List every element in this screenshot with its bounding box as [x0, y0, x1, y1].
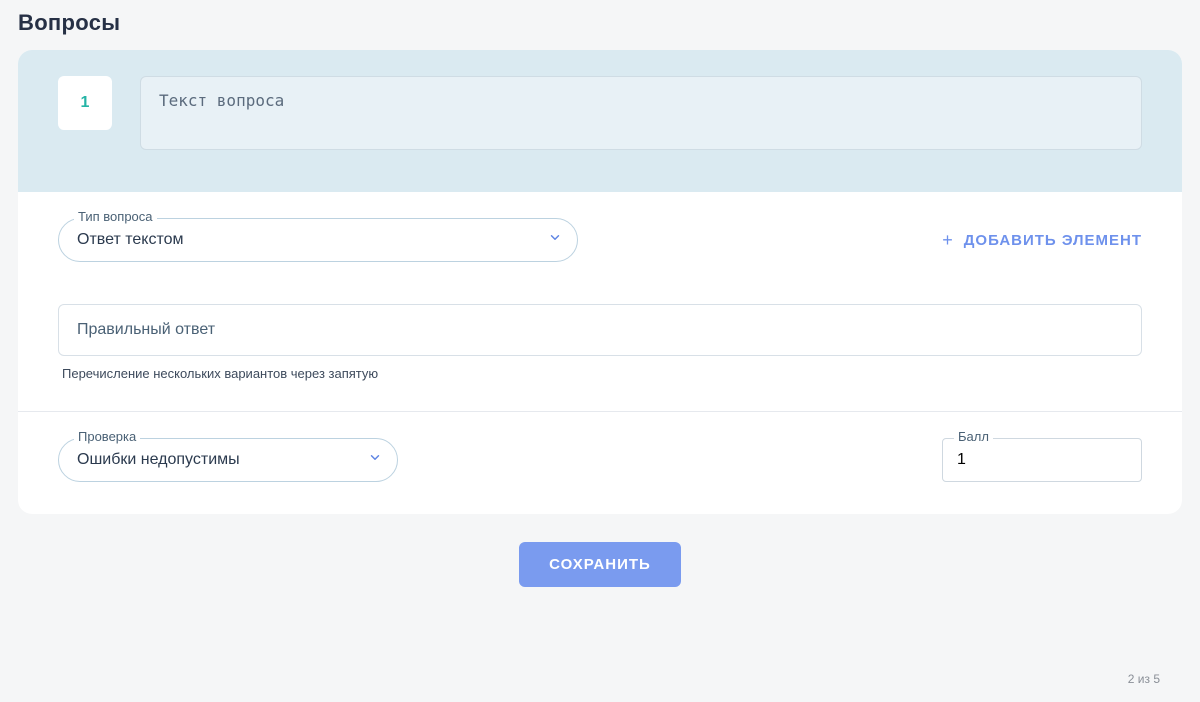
pager-text: 2 из 5: [1128, 672, 1160, 686]
save-row: СОХРАНИТЬ: [18, 514, 1182, 599]
score-label: Балл: [954, 429, 993, 444]
add-element-button[interactable]: + ДОБАВИТЬ ЭЛЕМЕНТ: [942, 230, 1142, 251]
plus-icon: +: [942, 230, 954, 251]
check-label: Проверка: [74, 429, 140, 444]
question-type-select[interactable]: Ответ текстом: [58, 218, 578, 262]
question-header: 1: [18, 50, 1182, 192]
add-element-label: ДОБАВИТЬ ЭЛЕМЕНТ: [964, 232, 1142, 249]
question-text-input[interactable]: [140, 76, 1142, 150]
page-title: Вопросы: [18, 10, 1182, 36]
save-button[interactable]: СОХРАНИТЬ: [519, 542, 681, 587]
question-number-badge: 1: [58, 76, 112, 130]
question-footer: Проверка Ошибки недопустимы Балл: [18, 412, 1182, 514]
question-card: 1 Тип вопроса Ответ текстом + ДОБАВИТЬ Э…: [18, 50, 1182, 514]
check-value: Ошибки недопустимы: [77, 451, 240, 469]
answer-helper-text: Перечисление нескольких вариантов через …: [58, 366, 1142, 381]
score-field-wrap: Балл: [942, 438, 1142, 482]
check-select[interactable]: Ошибки недопустимы: [58, 438, 398, 482]
type-and-add-row: Тип вопроса Ответ текстом + ДОБАВИТЬ ЭЛЕ…: [58, 218, 1142, 262]
question-type-label: Тип вопроса: [74, 209, 157, 224]
question-type-select-wrap: Тип вопроса Ответ текстом: [58, 218, 578, 262]
check-select-wrap: Проверка Ошибки недопустимы: [58, 438, 398, 482]
score-input[interactable]: [942, 438, 1142, 482]
question-body: Тип вопроса Ответ текстом + ДОБАВИТЬ ЭЛЕ…: [18, 192, 1182, 412]
correct-answer-input[interactable]: [58, 304, 1142, 356]
question-type-value: Ответ текстом: [77, 231, 184, 249]
